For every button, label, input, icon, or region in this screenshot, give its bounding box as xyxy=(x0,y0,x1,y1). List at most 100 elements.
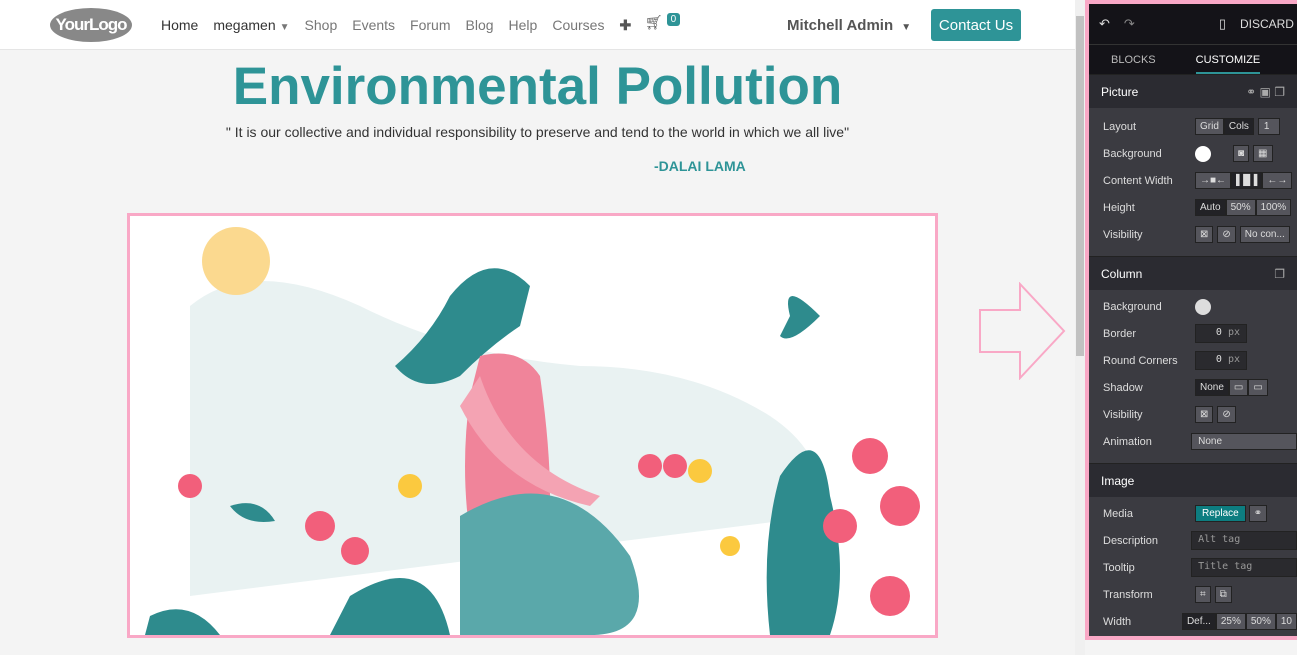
row-media: Media Replace ⚭ xyxy=(1089,500,1297,527)
row-transform: Transform ⌗ ⧉ xyxy=(1089,581,1297,608)
illustration xyxy=(145,227,920,635)
shadow-inset-icon[interactable]: ▭ xyxy=(1248,379,1268,396)
clone-icon[interactable]: ❐ xyxy=(1274,267,1285,281)
section-actions-icons[interactable]: ⚭ ▣ ❐ xyxy=(1246,85,1285,99)
visibility-condition-select[interactable]: No con... xyxy=(1239,226,1290,243)
section-title: Column xyxy=(1101,266,1143,281)
border-input[interactable]: 0 px xyxy=(1195,324,1247,343)
nav-events[interactable]: Events xyxy=(352,17,395,34)
label: Layout xyxy=(1103,120,1137,133)
top-navbar: YourLogo Home megamen ▼ Shop Events Forum… xyxy=(0,0,1075,50)
user-name: Mitchell Admin xyxy=(787,17,894,34)
cart-button[interactable]: 🛒︎ 0 xyxy=(645,13,681,31)
row-height: Height Auto 50% 100% xyxy=(1089,194,1297,221)
layout-cols-button[interactable]: Cols xyxy=(1223,118,1254,135)
height-auto[interactable]: Auto xyxy=(1195,199,1226,216)
color-picker[interactable] xyxy=(1195,298,1211,315)
page-title: Environmental Pollution xyxy=(232,57,843,116)
height-50[interactable]: 50% xyxy=(1225,199,1256,216)
label: Border xyxy=(1103,327,1137,340)
contact-us-button[interactable]: Contact Us xyxy=(931,9,1021,41)
label: Visibility xyxy=(1103,228,1143,241)
cart-count: 0 xyxy=(666,13,681,26)
hide-mobile-icon[interactable]: ⊘ xyxy=(1217,406,1236,423)
unit: px xyxy=(1227,327,1240,338)
section-title: Picture xyxy=(1101,84,1139,99)
video-icon[interactable]: ▦ xyxy=(1253,145,1273,162)
width-small-icon[interactable]: →■← xyxy=(1195,172,1232,189)
label: Height xyxy=(1103,201,1135,214)
width-default[interactable]: Def... xyxy=(1181,613,1216,630)
hide-mobile-icon[interactable]: ⊘ xyxy=(1217,226,1236,243)
nav-shop[interactable]: Shop xyxy=(305,17,338,34)
nav-courses[interactable]: Courses xyxy=(552,17,604,34)
shadow-none[interactable]: None xyxy=(1195,379,1229,396)
hide-desktop-icon[interactable]: ⊠ xyxy=(1195,406,1214,423)
alt-tag-input[interactable]: Alt tag xyxy=(1191,531,1297,550)
quote-author: -DALAI LAMA xyxy=(654,158,746,174)
row-content-width: Content Width →■← ▌█▐ ←→ xyxy=(1089,167,1297,194)
label: Description xyxy=(1103,534,1159,547)
row-col-background: Background xyxy=(1089,293,1297,320)
nav-blog[interactable]: Blog xyxy=(466,17,494,34)
nav-megamen-label: megamen xyxy=(213,17,276,33)
panel-toolbar: ↶ ↷ ▯ DISCARD xyxy=(1089,4,1297,44)
width-100[interactable]: 10 xyxy=(1275,613,1297,630)
main-menu: Home megamen ▼ Shop Events Forum Blog Hel… xyxy=(161,17,631,34)
row-tooltip: Tooltip Title tag xyxy=(1089,554,1297,581)
value: 0 xyxy=(1215,327,1222,338)
row-round-corners: Round Corners 0 px xyxy=(1089,347,1297,374)
replace-button[interactable]: Replace xyxy=(1195,505,1246,522)
label: Media xyxy=(1103,507,1133,520)
width-regular-icon[interactable]: ▌█▐ xyxy=(1231,172,1263,189)
color-picker[interactable] xyxy=(1195,145,1211,162)
arrow-right-icon xyxy=(979,282,1066,380)
animation-select[interactable]: None xyxy=(1191,433,1297,450)
nav-forum[interactable]: Forum xyxy=(410,17,450,34)
height-100[interactable]: 100% xyxy=(1255,199,1292,216)
shadow-outset-icon[interactable]: ▭ xyxy=(1228,379,1249,396)
undo-icon[interactable]: ↶ xyxy=(1099,16,1110,32)
scrollbar-thumb[interactable] xyxy=(1076,16,1084,356)
row-description: Description Alt tag xyxy=(1089,527,1297,554)
hide-desktop-icon[interactable]: ⊠ xyxy=(1195,226,1214,243)
cols-count-select[interactable]: 1 xyxy=(1257,118,1281,135)
width-25[interactable]: 25% xyxy=(1215,613,1246,630)
row-visibility: Visibility ⊠ ⊘ No con... xyxy=(1089,221,1297,248)
page-scrollbar[interactable] xyxy=(1075,0,1085,655)
panel-tabs: BLOCKS CUSTOMIZE TH xyxy=(1089,44,1297,74)
nav-help[interactable]: Help xyxy=(509,17,538,34)
nav-megamen[interactable]: megamen ▼ xyxy=(213,17,289,34)
selected-picture[interactable] xyxy=(127,213,938,638)
discard-button[interactable]: DISCARD xyxy=(1240,17,1294,31)
label: Tooltip xyxy=(1103,561,1135,574)
redo-icon[interactable]: ↷ xyxy=(1124,16,1135,32)
unit: px xyxy=(1227,354,1240,365)
section-picture: Picture ⚭ ▣ ❐ xyxy=(1089,74,1297,108)
link-icon[interactable]: ⚭ xyxy=(1248,505,1268,522)
logo[interactable]: YourLogo xyxy=(50,8,132,42)
camera-icon[interactable]: ◙ xyxy=(1233,145,1250,162)
tab-customize[interactable]: CUSTOMIZE xyxy=(1195,45,1261,74)
row-width: Width Def... 25% 50% 10 xyxy=(1089,608,1297,635)
nav-home[interactable]: Home xyxy=(161,17,198,34)
round-corners-input[interactable]: 0 px xyxy=(1195,351,1247,370)
layout-grid-button[interactable]: Grid xyxy=(1195,118,1224,135)
label: Shadow xyxy=(1103,381,1143,394)
label: Content Width xyxy=(1103,174,1173,187)
caret-down-icon: ▼ xyxy=(901,22,912,33)
label: Round Corners xyxy=(1103,354,1178,367)
crop-icon[interactable]: ⌗ xyxy=(1195,586,1211,603)
row-shadow: Shadow None ▭ ▭ xyxy=(1089,374,1297,401)
tab-blocks[interactable]: BLOCKS xyxy=(1111,45,1156,74)
label: Width xyxy=(1103,615,1132,628)
title-tag-input[interactable]: Title tag xyxy=(1191,558,1297,577)
value: 0 xyxy=(1215,354,1222,365)
transform-icon[interactable]: ⧉ xyxy=(1214,586,1232,603)
width-50[interactable]: 50% xyxy=(1245,613,1276,630)
row-background: Background ◙ ▦ xyxy=(1089,140,1297,167)
plus-icon[interactable]: ✚ xyxy=(619,17,631,34)
mobile-preview-icon[interactable]: ▯ xyxy=(1219,16,1226,32)
width-full-icon[interactable]: ←→ xyxy=(1262,172,1293,189)
user-menu[interactable]: Mitchell Admin ▼ xyxy=(787,17,911,34)
